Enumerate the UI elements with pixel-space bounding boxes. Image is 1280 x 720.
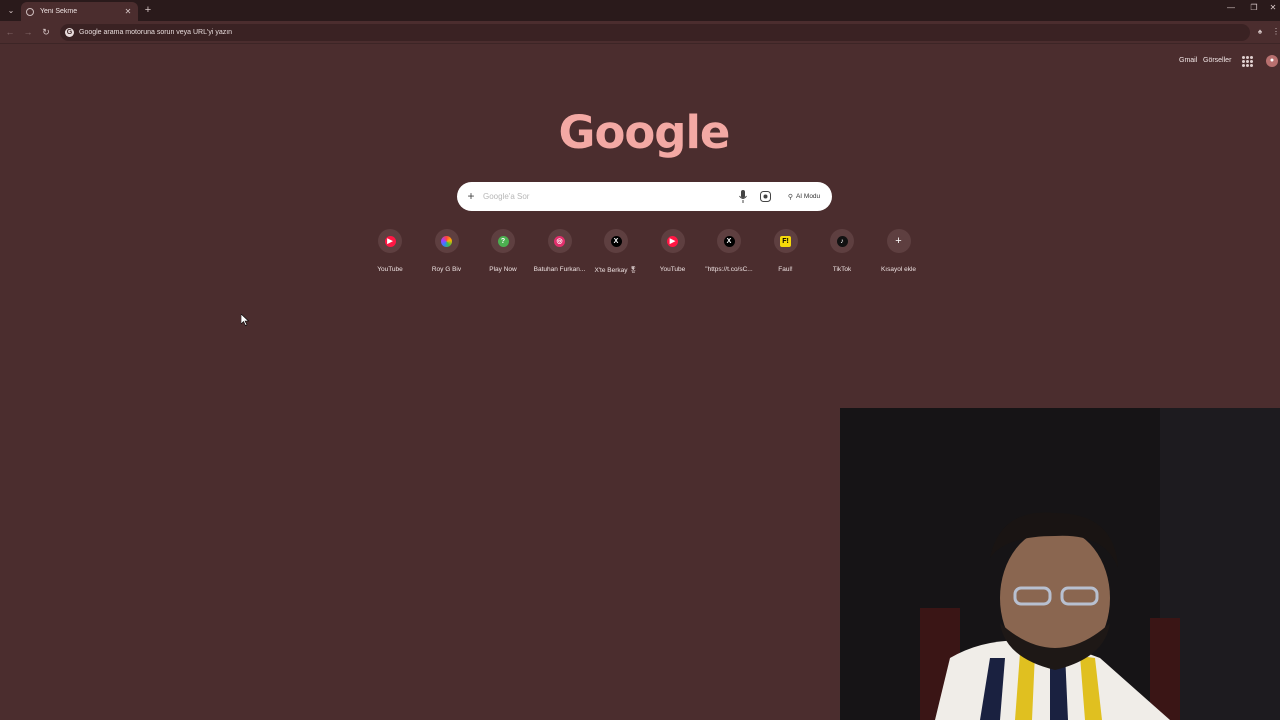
shortcut-tile[interactable]: Roy G Biv: [419, 229, 475, 275]
reload-icon[interactable]: ↻: [40, 26, 52, 38]
add-file-icon[interactable]: +: [465, 188, 477, 204]
x-icon: X: [723, 235, 735, 247]
shortcut-icon-circle: F!: [773, 229, 798, 253]
shortcut-icon-circle: ♪: [830, 229, 854, 253]
back-icon[interactable]: ←: [4, 26, 16, 38]
microphone-icon[interactable]: [739, 190, 747, 203]
shortcut-icon-circle: X: [604, 229, 628, 253]
shortcut-label: Roy G Biv: [431, 266, 462, 273]
shortcut-icon-circle: X: [717, 229, 741, 253]
toolbar: ← → ↻ G Google arama motoruna sorun veya…: [0, 21, 1280, 44]
youtube-icon: ▶: [384, 235, 396, 247]
shortcuts-row: ▶ YouTube Roy G Biv? Play Now ◎ Batuhan Furka…: [0, 229, 1280, 279]
google-lens-icon[interactable]: [760, 191, 771, 202]
shortcut-label: "https://t.co/sC...: [705, 266, 753, 273]
shortcut-tile[interactable]: ♪ TikTok: [814, 229, 870, 275]
ai-mode-button[interactable]: ⚲ AI Modu: [780, 188, 828, 205]
ai-mode-label: AI Modu: [795, 193, 821, 200]
shortcut-tile[interactable]: X "https://t.co/sC...: [701, 229, 757, 275]
search-box[interactable]: + ⚲ AI Modu: [457, 182, 832, 211]
shortcut-tile[interactable]: ? Play Now: [475, 229, 531, 275]
tab-title: Yeni Sekme: [40, 8, 78, 15]
avatar[interactable]: ●: [1266, 55, 1278, 67]
gmail-link[interactable]: Gmail: [1179, 57, 1197, 64]
forward-icon[interactable]: →: [22, 26, 34, 38]
webcam-overlay: [840, 408, 1280, 720]
shortcut-label: TikTok: [832, 266, 852, 273]
shortcut-label: YouTube: [377, 266, 403, 273]
roy-g-biv-icon: [441, 235, 452, 247]
shortcut-label: X'te Berkay 🎖: [594, 267, 638, 274]
shortcut-icon-circle: ?: [491, 229, 515, 253]
shortcut-tile[interactable]: F! Faul!: [758, 229, 814, 275]
browser-window: ⌄ Yeni Sekme ✕ + — ❐ ✕ ← → ↻ G Google ar…: [0, 0, 1280, 720]
address-bar-placeholder: Google arama motoruna sorun veya URL'yi …: [79, 29, 233, 36]
tab-search-button[interactable]: ⌄: [3, 3, 19, 18]
shortcut-icon-circle: +: [886, 229, 911, 253]
faul-icon: F!: [780, 235, 791, 247]
menu-icon[interactable]: ⋮: [1272, 27, 1280, 37]
shortcut-icon-circle: ▶: [378, 229, 402, 253]
google-logo: Google: [558, 106, 731, 159]
google-icon: G: [65, 28, 74, 37]
instagram-icon: ◎: [554, 235, 565, 247]
apps-grid-icon[interactable]: [1242, 56, 1253, 67]
minimize-button[interactable]: —: [1224, 3, 1238, 12]
address-bar[interactable]: G Google arama motoruna sorun veya URL'y…: [60, 24, 1250, 41]
add-shortcut-icon: +: [893, 235, 904, 247]
shortcut-tile[interactable]: + Kısayol ekle: [871, 229, 927, 275]
images-link[interactable]: Görseller: [1203, 57, 1231, 64]
mouse-cursor: [241, 314, 249, 326]
shortcut-label: Faul!: [778, 266, 793, 273]
shortcut-label: YouTube: [659, 266, 686, 273]
window-close-button[interactable]: ✕: [1266, 3, 1280, 12]
shortcut-tile[interactable]: X X'te Berkay 🎖: [588, 229, 644, 275]
x-icon: X: [610, 235, 622, 247]
new-tab-button[interactable]: +: [142, 3, 154, 17]
extension-icon[interactable]: ♠: [1255, 27, 1265, 37]
shortcut-icon-circle: ◎: [547, 229, 572, 253]
webcam-feed-image: [840, 408, 1280, 720]
shortcut-label: Kısayol ekle: [880, 266, 917, 273]
shortcut-label: Play Now: [489, 266, 517, 273]
search-input[interactable]: [483, 189, 733, 204]
shortcut-tile[interactable]: ◎ Batuhan Furkan...: [532, 229, 588, 275]
tiktok-icon: ♪: [836, 235, 848, 247]
tab-new-tab[interactable]: Yeni Sekme ✕: [21, 2, 138, 21]
shortcut-tile[interactable]: ▶ YouTube: [645, 229, 701, 275]
youtube-icon: ▶: [667, 235, 678, 247]
ai-search-icon: ⚲: [787, 193, 793, 201]
shortcut-icon-circle: ▶: [660, 229, 685, 253]
play-now-icon: ?: [497, 235, 509, 247]
shortcut-tile[interactable]: ▶ YouTube: [362, 229, 418, 275]
shortcut-label: Batuhan Furkan...: [533, 266, 586, 273]
maximize-button[interactable]: ❐: [1247, 3, 1261, 12]
tab-close-icon[interactable]: ✕: [123, 7, 133, 16]
chevron-down-icon: ⌄: [7, 6, 15, 15]
chrome-icon: [26, 7, 34, 16]
shortcut-icon-circle: [434, 229, 459, 253]
tab-strip: ⌄ Yeni Sekme ✕ + — ❐ ✕: [0, 0, 1280, 21]
